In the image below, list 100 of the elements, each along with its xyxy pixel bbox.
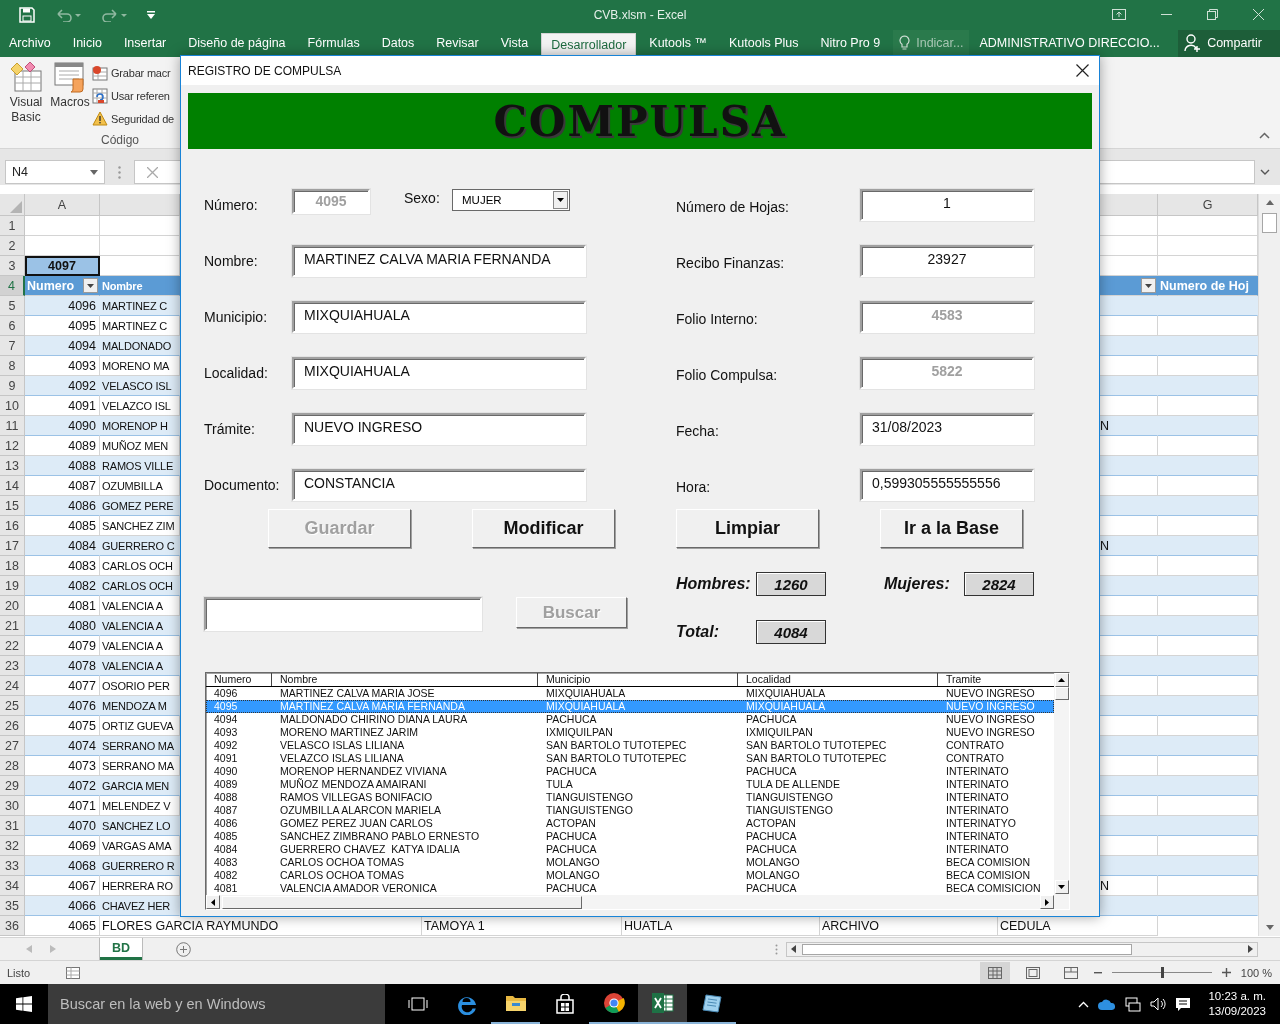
row-number[interactable]: 32 [0,836,25,857]
normal-view-button[interactable] [979,961,1010,984]
ribbon-tab[interactable]: Inicio [63,29,111,57]
clock-date[interactable]: 13/09/2023 [1208,1004,1266,1019]
clock-time[interactable]: 10:23 a. m. [1208,989,1266,1004]
row-number[interactable]: 1 [0,216,25,237]
text-field[interactable]: MIXQUIAHUALA [292,301,586,333]
ribbon-tab[interactable]: Insertar [114,29,176,57]
row-number[interactable]: 36 [0,916,25,937]
row-number[interactable]: 9 [0,376,25,397]
text-field[interactable]: MIXQUIAHUALA [292,357,586,389]
ribbon-tab[interactable]: Archivo [0,29,60,57]
ribbon-button[interactable]: Visual Basic [6,60,46,133]
row-number[interactable]: 30 [0,796,25,817]
row-number[interactable]: 15 [0,496,25,517]
customize-caret-icon[interactable] [147,10,155,19]
expand-caret-icon[interactable] [1260,169,1270,176]
row-number[interactable]: 35 [0,896,25,917]
filter-button[interactable] [1141,278,1156,294]
scroll-thumb[interactable] [802,943,1132,955]
column-header[interactable]: G [1158,194,1258,217]
ribbon-tab[interactable]: Fórmulas [298,29,369,57]
row-number[interactable]: 34 [0,876,25,897]
row-number[interactable]: 5 [0,296,25,317]
list-row[interactable]: 4096 MARTINEZ CALVA MARIA JOSE MIXQUIAHUALA MIXQUIAHUALA NUEVO INGRESO [206,687,1054,700]
drag-handle-icon[interactable] [775,943,778,955]
ribbon-button[interactable]: Grabar macr [92,62,171,83]
filter-button[interactable] [83,278,98,294]
scroll-up-icon[interactable] [1058,678,1065,682]
ribbon-tab[interactable]: Kutools Plus [719,29,808,57]
row-number[interactable]: 31 [0,816,25,837]
taskbar-app[interactable] [638,984,687,1024]
text-field[interactable]: 31/08/2023 [860,413,1034,445]
undo-icon[interactable] [55,7,81,22]
list-row[interactable]: 4085 SANCHEZ ZIMBRANO PABLO ERNESTO PACHUCA PACHUCA INTERINATO [206,830,1054,843]
collapse-ribbon-icon[interactable] [1259,132,1270,140]
list-row[interactable]: 4083 CARLOS OCHOA TOMAS MOLANGO MOLANGO BECA COMISION [206,856,1054,869]
row-number[interactable]: 25 [0,696,25,717]
row-number[interactable]: 12 [0,436,25,457]
zoom-level[interactable]: 100 % [1240,966,1272,979]
text-field[interactable]: MARTINEZ CALVA MARIA FERNANDA [292,245,586,277]
speaker-icon[interactable] [1150,997,1167,1011]
slider-thumb[interactable] [1160,967,1164,979]
vertical-scrollbar[interactable] [1258,194,1280,937]
ribbon-button[interactable]: Usar referen [92,85,170,106]
network-icon[interactable] [1125,996,1142,1012]
ribbon-display-icon[interactable] [1112,9,1126,21]
list-row[interactable]: 4090 MORENOP HERNANDEZ VIVIANA PACHUCA PACHUCA INTERINATO [206,765,1054,778]
scroll-right-icon[interactable] [1045,898,1049,906]
restore-icon[interactable] [1207,9,1218,21]
table-header[interactable] [1100,276,1158,297]
horizontal-scrollbar[interactable] [206,895,1054,909]
row-number[interactable]: 10 [0,396,25,417]
scroll-right-icon[interactable] [1248,945,1253,954]
list-row[interactable]: 4088 RAMOS VILLEGAS BONIFACIO TIANGUISTENGO TIANGUISTENGO INTERINATO [206,791,1054,804]
macro-record-icon[interactable] [66,966,81,979]
row-number[interactable]: 3 [0,256,25,277]
ribbon-tab[interactable]: Nitro Pro 9 [811,29,890,57]
text-field[interactable]: 0,599305555555556 [860,469,1034,501]
cloud-icon[interactable] [1098,998,1117,1010]
horizontal-scrollbar[interactable] [786,941,1258,957]
row-number[interactable]: 17 [0,536,25,557]
list-row[interactable]: 4091 VELAZCO ISLAS LILIANA SAN BARTOLO TUTOTEPEC SAN BARTOLO TUTOTEPEC CONTRATO [206,752,1054,765]
save-icon[interactable] [19,6,35,23]
vertical-scrollbar[interactable] [1054,673,1069,909]
list-row[interactable]: 4094 MALDONADO CHIRINO DIANA LAURA PACHUCA PACHUCA NUEVO INGRESO [206,713,1054,726]
text-field[interactable]: 1 [860,189,1034,221]
row-number[interactable]: 29 [0,776,25,797]
ribbon-tab[interactable]: Vista [491,29,538,57]
gender-dropdown[interactable]: MUJER [452,189,570,211]
row-number[interactable]: 8 [0,356,25,377]
name-box[interactable]: N4 [5,160,105,185]
row-number[interactable]: 7 [0,336,25,357]
list-box[interactable] [205,672,1070,910]
text-field[interactable]: NUEVO INGRESO [292,413,586,445]
account-name[interactable]: ADMINISTRATIVO DIRECCIO... [969,36,1172,51]
row-number[interactable]: 27 [0,736,25,757]
zoom-in-icon[interactable] [1221,968,1231,978]
text-field[interactable]: 23927 [860,245,1034,277]
share-button[interactable]: Compartir [1178,29,1280,57]
redo-icon[interactable] [101,7,127,22]
row-number[interactable]: 33 [0,856,25,877]
row-number[interactable]: 19 [0,576,25,597]
chevron-up-icon[interactable] [1078,1000,1090,1008]
list-row[interactable]: 4086 GOMEZ PEREZ JUAN CARLOS ACTOPAN ACTOPAN INTERINATYO [206,817,1054,830]
search-field[interactable] [204,597,482,631]
row-number[interactable]: 4 [0,276,25,297]
row-number[interactable]: 11 [0,416,25,437]
scroll-down-icon[interactable] [1058,885,1065,889]
row-number[interactable]: 23 [0,656,25,677]
scroll-left-icon[interactable] [211,898,215,906]
list-row[interactable]: 4089 MUÑOZ MENDOZA AMAIRANI TULA TULA DE ALLENDE INTERINATO [206,778,1054,791]
ribbon-tab[interactable]: Desarrollador [541,32,637,57]
notification-icon[interactable] [1175,996,1192,1012]
ribbon-tab[interactable]: Kutools ™ [640,29,716,57]
row-number[interactable]: 2 [0,236,25,257]
form-button[interactable]: Ir a la Base [880,509,1023,548]
row-number[interactable]: 16 [0,516,25,537]
row-number[interactable]: 26 [0,716,25,737]
list-row[interactable]: 4092 VELASCO ISLAS LILIANA SAN BARTOLO TUTOTEPEC SAN BARTOLO TUTOTEPEC CONTRATO [206,739,1054,752]
